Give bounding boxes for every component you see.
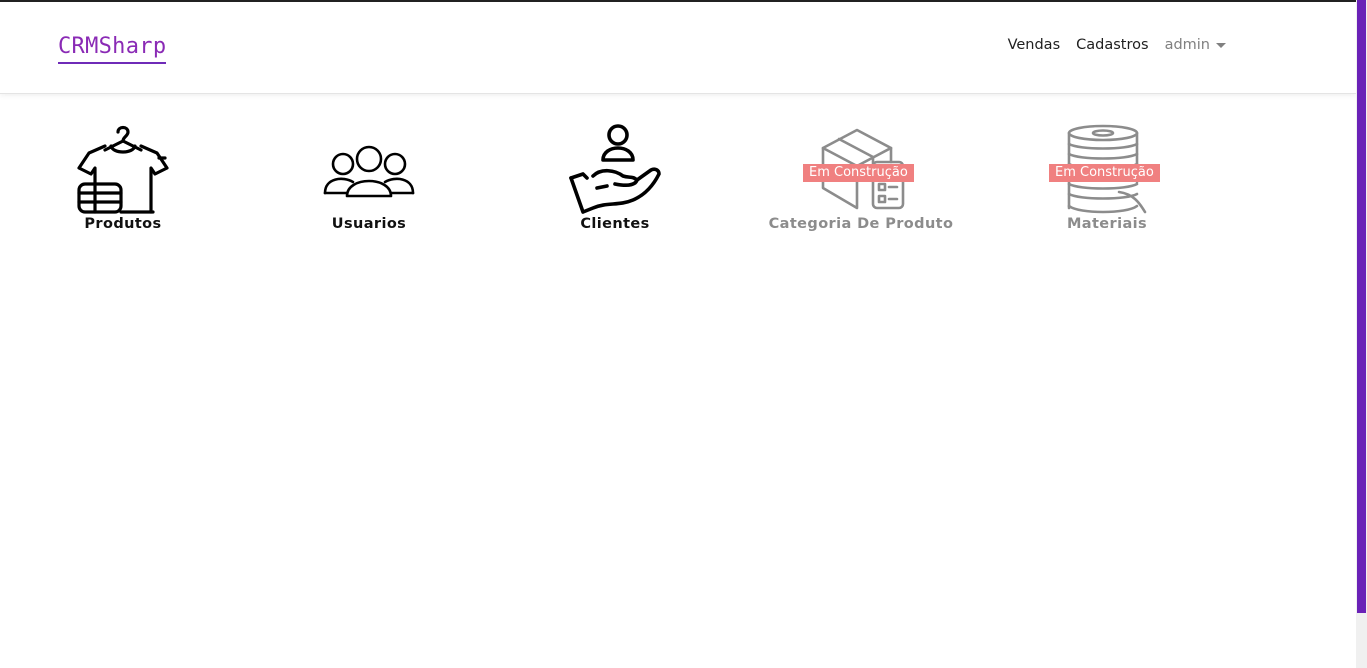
tile-materiais[interactable]: Em Construção Materiais [1007,120,1207,232]
tile-icon-wrap [269,120,469,216]
nav-links: Vendas Cadastros admin [1008,37,1226,53]
nav-cadastros-link[interactable]: Cadastros [1076,37,1148,53]
tile-icon-wrap [23,120,223,216]
tile-categoria-de-produto[interactable]: Em Construção Categoria De Produto [761,120,961,232]
cadastros-grid: Produtos Usuarios Clientes Em Construção… [0,120,1356,250]
brand-logo-link[interactable]: CRMSharp [58,33,167,64]
tile-usuarios[interactable]: Usuarios [269,120,469,232]
tile-label: Produtos [84,216,162,232]
tile-icon-wrap: Em Construção [761,120,961,216]
nav-vendas-link[interactable]: Vendas [1008,37,1061,53]
caret-down-icon [1216,42,1226,48]
tile-icon-wrap: Em Construção [1007,120,1207,216]
em-construcao-badge: Em Construção [803,164,914,182]
tile-label: Materiais [1066,216,1148,232]
em-construcao-badge: Em Construção [1049,164,1160,182]
tile-label: Usuarios [331,216,407,232]
tshirt-hanger-icon [77,125,169,214]
tile-icon-wrap [515,120,715,216]
tile-produtos[interactable]: Produtos [23,120,223,232]
users-group-icon [323,145,415,198]
page: CRMSharp Vendas Cadastros admin Produtos… [0,0,1367,668]
tile-label: Categoria De Produto [768,216,954,232]
tile-label: Clientes [580,216,650,232]
user-dropdown-toggle[interactable]: admin [1165,37,1226,53]
navbar: CRMSharp Vendas Cadastros admin [0,2,1356,94]
tile-clientes[interactable]: Clientes [515,120,715,232]
user-name: admin [1164,37,1210,53]
scrollbar-thumb[interactable] [1357,0,1366,613]
hand-person-icon [569,124,661,214]
vertical-scrollbar[interactable] [1356,0,1367,668]
